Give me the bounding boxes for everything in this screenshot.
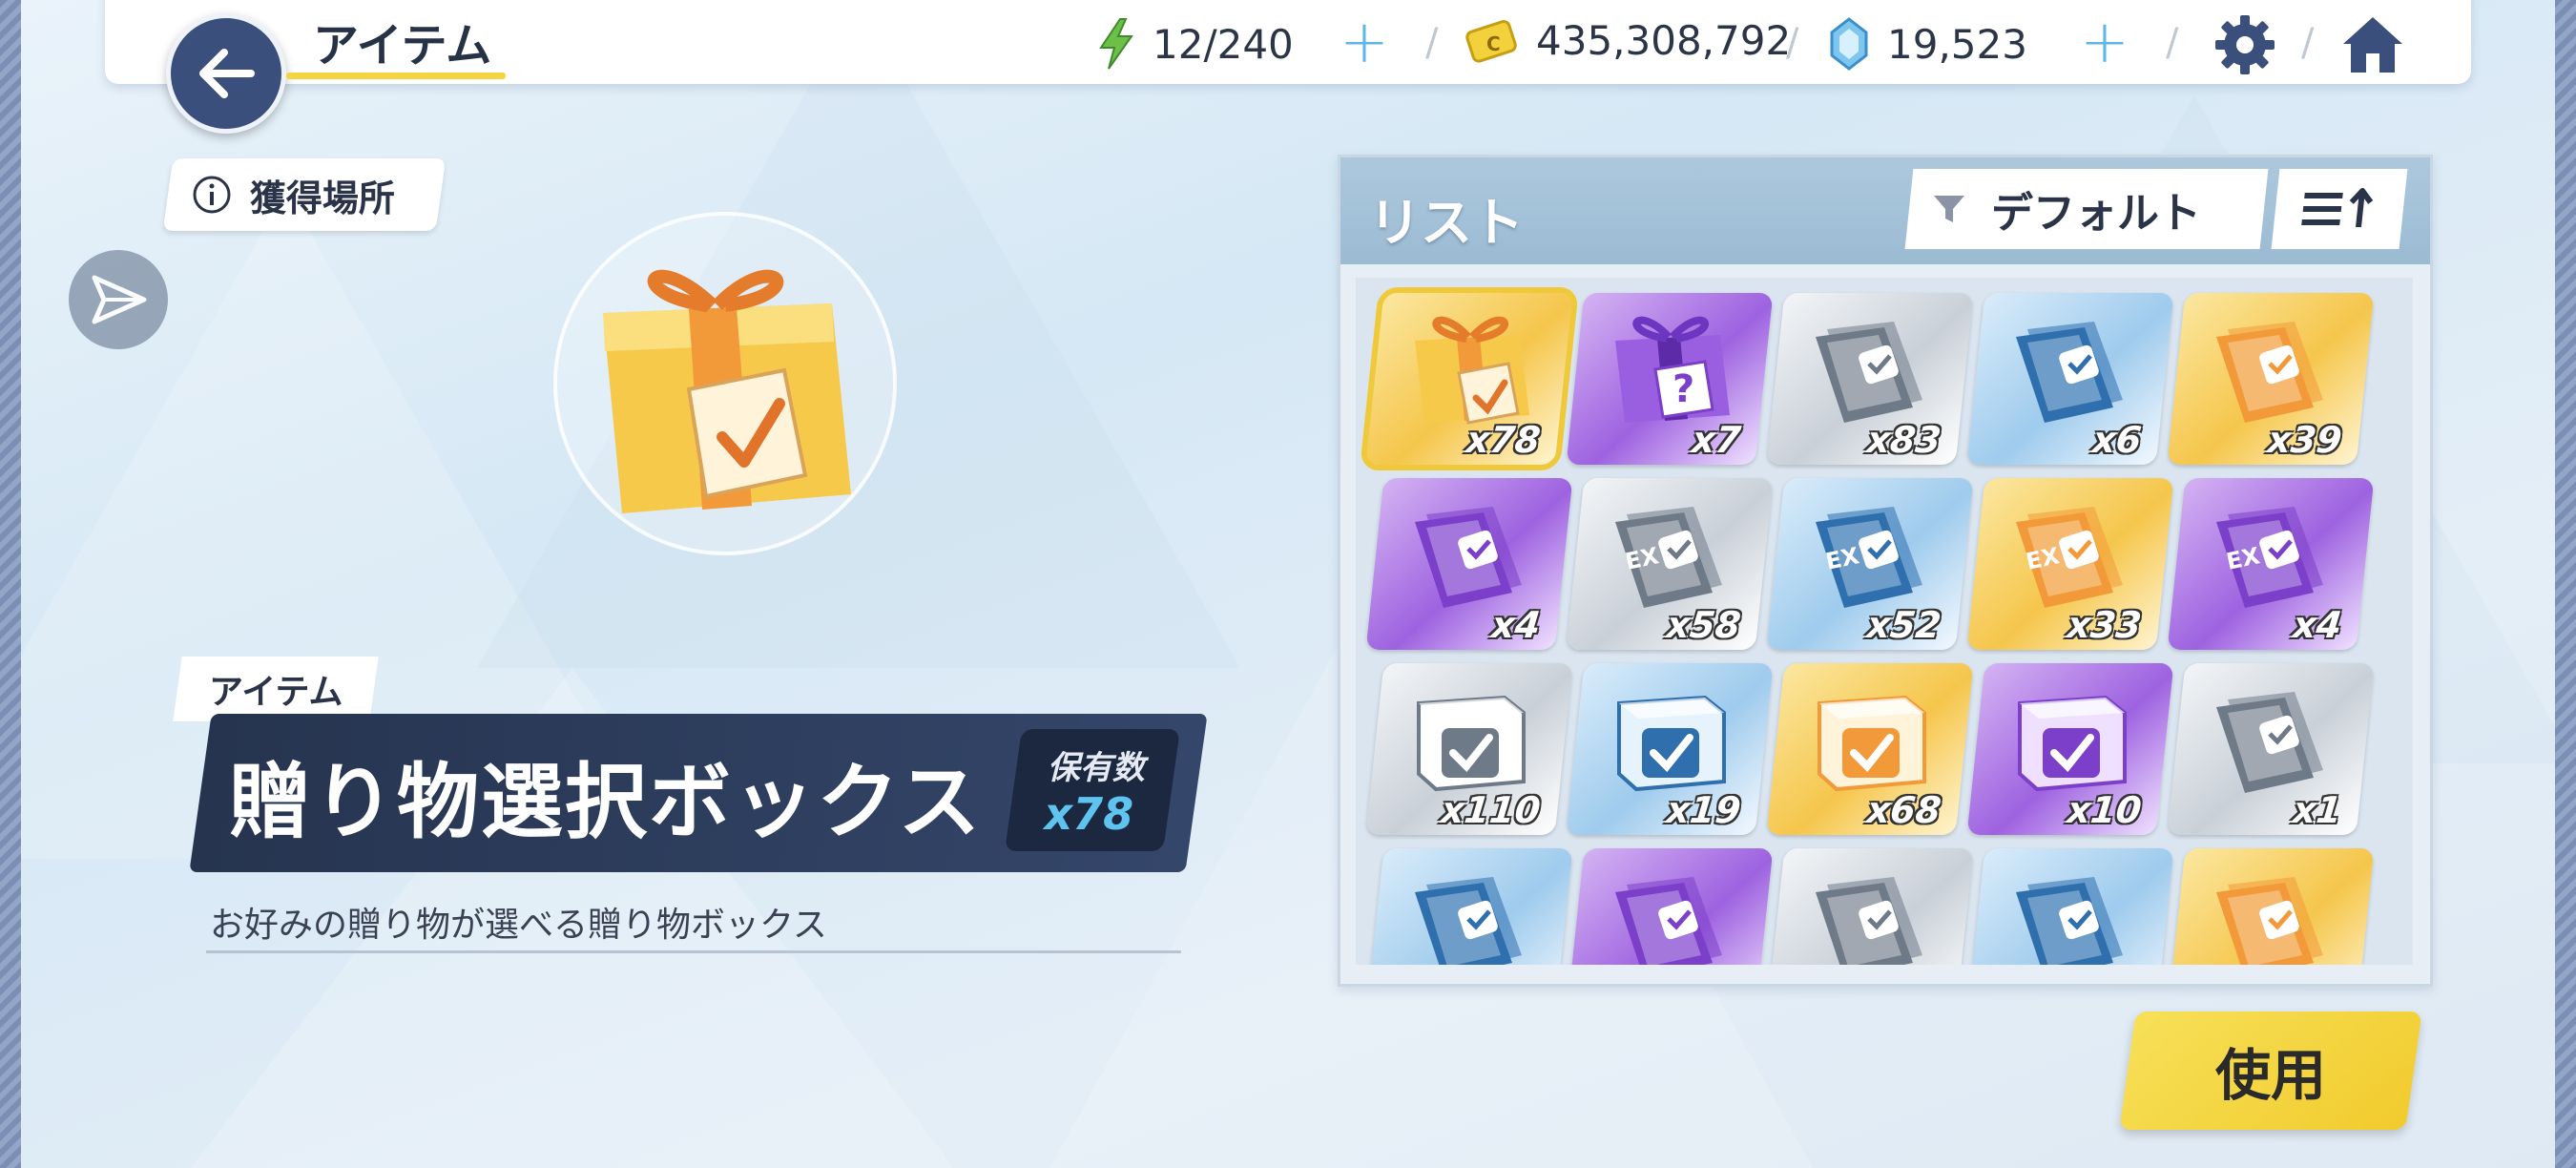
acquisition-source-label: 獲得場所 [250,177,396,219]
item-category-tag: アイテム [173,657,379,721]
item-description: お好みの贈り物が選べる贈り物ボックス [210,906,827,945]
coin-counter: C 435,308,792 [1465,17,1791,64]
owned-count-box: 保有数 x78 [1005,729,1180,851]
item-tile[interactable]: x10 [1966,663,2174,835]
back-button[interactable] [166,13,286,134]
use-button-label: 使用 [2214,1043,2326,1108]
coin-value: 435,308,792 [1536,17,1792,64]
item-tile[interactable]: x1 [2167,663,2375,835]
item-list-panel: リスト デフォルト x78 ? x7 x83 x6 x39 x4 EX x58 … [1338,155,2433,987]
use-button[interactable]: 使用 [2119,1012,2422,1130]
item-tile[interactable]: x110 [1365,663,1573,835]
sort-order-button[interactable] [2271,169,2408,249]
item-quantity: x52 [1864,604,1943,646]
select-ticket-icon [1976,848,2165,965]
lightning-icon [1099,18,1133,70]
stamina-counter: 12/240 [1097,17,1294,71]
sort-label: デフォルト [1991,189,2201,238]
filter-icon [1934,196,1964,222]
item-tile[interactable]: EX x58 [1566,478,1774,650]
settings-button[interactable] [2212,11,2278,78]
list-header: リスト デフォルト [1340,157,2430,264]
item-tile[interactable]: EX x4 [2167,478,2375,650]
item-quantity: x1 [2291,789,2344,831]
title-underline [286,73,506,79]
arrow-left-icon [199,49,255,98]
item-tile[interactable]: x68 [1766,663,1974,835]
item-quantity: x10 [2065,789,2144,831]
item-quantity: x110 [1439,789,1543,831]
list-title: リスト [1369,193,1524,253]
add-gems-button[interactable]: + [2080,12,2129,72]
send-button[interactable] [69,250,168,349]
item-quantity: x7 [1690,419,1743,461]
item-tile[interactable]: x83 [1766,293,1974,465]
description-divider [206,950,1181,953]
item-quantity: x4 [1489,604,1543,646]
item-tile[interactable]: x78 [1359,287,1580,470]
divider: / [1786,21,1799,65]
sort-ascending-icon [2301,188,2374,227]
select-ticket-icon [1375,848,1564,965]
sort-dropdown[interactable]: デフォルト [1904,169,2269,249]
item-tile[interactable]: x39 [2167,293,2375,465]
gem-counter: 19,523 [1828,17,2027,71]
item-tile[interactable]: EX x52 [1766,478,1974,650]
owned-label: 保有数 [1047,748,1145,787]
left-edge-decoration [0,0,21,1168]
coin-card-icon: C [1465,19,1517,63]
acquisition-source-button[interactable]: 獲得場所 [162,158,447,231]
home-icon [2343,17,2402,73]
item-tile[interactable] [2167,848,2375,965]
item-grid: x78 ? x7 x83 x6 x39 x4 EX x58 EX x52 EX … [1359,287,2375,965]
item-tile[interactable] [1365,848,1573,965]
add-stamina-button[interactable]: + [1340,12,1389,72]
item-tile[interactable] [1566,848,1774,965]
item-tile[interactable]: x19 [1566,663,1774,835]
item-tile[interactable]: x6 [1966,293,2174,465]
gem-value: 19,523 [1887,20,2027,68]
item-tile[interactable]: x4 [1365,478,1573,650]
item-quantity: x33 [2065,604,2144,646]
info-icon [193,176,231,214]
svg-text:C: C [1486,32,1501,55]
stamina-value: 12/240 [1153,20,1294,68]
crystal-icon [1830,17,1868,71]
home-button[interactable] [2339,11,2406,78]
select-ticket-icon [1575,848,1764,965]
item-quantity: x39 [2265,419,2344,461]
item-quantity: x83 [1864,419,1943,461]
item-tile[interactable]: EX x33 [1966,478,2174,650]
item-tile[interactable] [1966,848,2174,965]
svg-text:?: ? [1672,367,1694,411]
page-title: アイテム [313,19,492,73]
paper-plane-icon [92,275,147,324]
item-grid-scroll[interactable]: x78 ? x7 x83 x6 x39 x4 EX x58 EX x52 EX … [1356,278,2413,965]
select-ticket-icon [2176,848,2365,965]
gear-icon [2215,15,2275,74]
divider: / [2301,21,2315,65]
item-quantity: x19 [1664,789,1743,831]
right-edge-decoration [2555,0,2576,1168]
item-quantity: x68 [1864,789,1943,831]
gift-box-icon [603,269,851,513]
item-tile[interactable]: ? x7 [1566,293,1774,465]
divider: / [1425,21,1439,65]
item-quantity: x6 [2090,419,2144,461]
divider: / [2166,21,2179,65]
select-ticket-icon [1776,848,1964,965]
item-category-label: アイテム [208,673,343,712]
item-quantity: x58 [1664,604,1743,646]
item-tile[interactable] [1766,848,1974,965]
item-quantity: x4 [2291,604,2344,646]
owned-count: x78 [1044,787,1134,840]
item-name: 贈り物選択ボックス [229,755,983,850]
item-quantity: x78 [1464,419,1543,461]
